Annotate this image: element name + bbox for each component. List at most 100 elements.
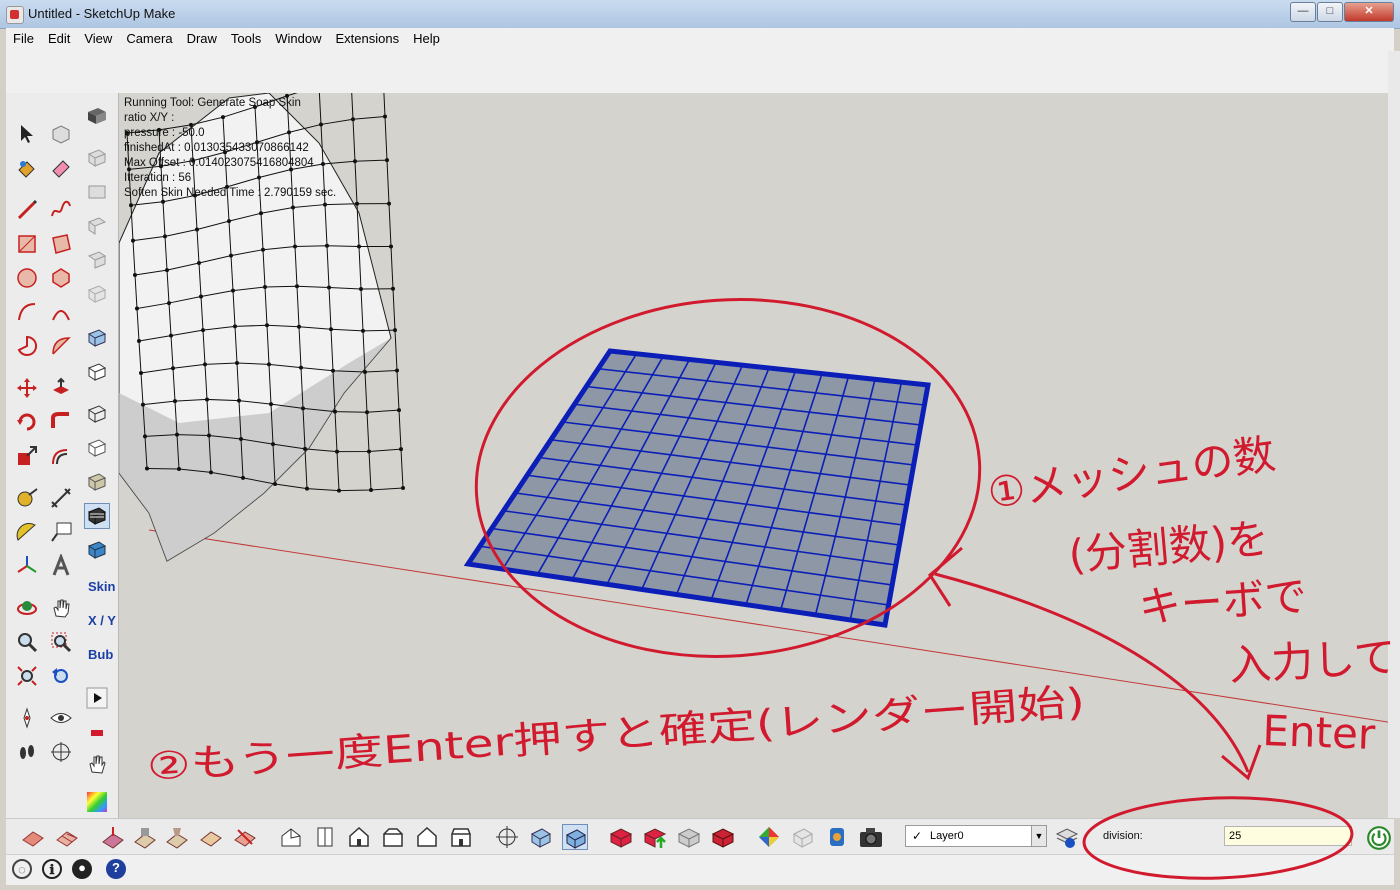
freehand-tool[interactable] — [48, 197, 74, 223]
menu-extensions[interactable]: Extensions — [329, 28, 407, 46]
back-view-icon[interactable] — [84, 281, 110, 307]
shaded-icon[interactable] — [84, 103, 110, 129]
layer-manager-icon[interactable] — [1054, 824, 1080, 850]
hidden-line-style-icon[interactable] — [84, 435, 110, 461]
arc-tool[interactable] — [14, 299, 40, 325]
menu-camera[interactable]: Camera — [119, 28, 179, 46]
right-view-icon[interactable] — [84, 247, 110, 273]
position-camera-tool[interactable] — [14, 705, 40, 731]
follow-me-tool[interactable] — [48, 409, 74, 435]
menu-window[interactable]: Window — [268, 28, 328, 46]
eraser-tool[interactable] — [48, 155, 74, 181]
protractor-tool[interactable] — [14, 519, 40, 545]
smoove-icon[interactable] — [100, 824, 126, 850]
extension-warehouse-icon[interactable] — [710, 824, 736, 850]
sandbox-from-scratch-icon[interactable] — [54, 824, 80, 850]
push-pull-tool[interactable] — [48, 375, 74, 401]
display-section-cuts-icon[interactable] — [562, 824, 588, 850]
wireframe-style-icon[interactable] — [84, 401, 110, 427]
text-tool[interactable] — [48, 519, 74, 545]
iso-view-icon[interactable] — [84, 145, 110, 171]
camera-icon[interactable] — [858, 824, 884, 850]
menu-draw[interactable]: Draw — [180, 28, 224, 46]
close-button[interactable]: ✕ — [1344, 2, 1394, 22]
photo-textures-icon[interactable] — [824, 824, 850, 850]
monochrome-style-icon[interactable] — [84, 537, 110, 563]
play-icon[interactable] — [84, 685, 110, 711]
sandbox-from-contours-icon[interactable] — [20, 824, 46, 850]
axes-tool[interactable] — [14, 553, 40, 579]
shaded-style-icon[interactable] — [84, 469, 110, 495]
skin-button[interactable]: Skin — [88, 579, 122, 594]
maximize-button[interactable]: □ — [1317, 2, 1343, 22]
chevron-down-icon[interactable]: ▼ — [1031, 826, 1046, 846]
line-tool[interactable] — [14, 197, 40, 223]
geolocation-icon[interactable]: ◌ — [12, 859, 32, 879]
color-picker-icon[interactable] — [84, 789, 110, 815]
display-section-planes-icon[interactable] — [528, 824, 554, 850]
warehouse-get-models-icon[interactable] — [608, 824, 634, 850]
scale-tool[interactable] — [14, 443, 40, 469]
measurements-input[interactable] — [1224, 826, 1352, 846]
add-detail-icon[interactable] — [198, 824, 224, 850]
move-tool[interactable] — [14, 375, 40, 401]
back-edges-style-icon[interactable] — [84, 359, 110, 385]
pie-tool[interactable] — [14, 333, 40, 359]
top-view-icon[interactable] — [84, 179, 110, 205]
flip-edge-icon[interactable] — [232, 824, 258, 850]
model-viewport[interactable]: Running Tool: Generate Soap Skin ratio X… — [119, 93, 1394, 818]
menu-view[interactable]: View — [77, 28, 119, 46]
dimension-tool[interactable] — [48, 485, 74, 511]
rotate-tool[interactable] — [14, 409, 40, 435]
orbit-tool[interactable] — [14, 595, 40, 621]
zoom-window-tool[interactable] — [48, 629, 74, 655]
menu-tools[interactable]: Tools — [224, 28, 268, 46]
front-house-icon[interactable] — [346, 824, 372, 850]
menu-file[interactable]: File — [6, 28, 41, 46]
back-house-icon[interactable] — [414, 824, 440, 850]
circle-tool[interactable] — [14, 265, 40, 291]
three-point-arc-tool[interactable] — [48, 333, 74, 359]
power-icon[interactable] — [1366, 825, 1391, 850]
warehouse-share-component-icon[interactable] — [676, 824, 702, 850]
add-location-icon[interactable] — [756, 824, 782, 850]
credits-icon[interactable]: ℹ — [42, 859, 62, 879]
zoom-tool[interactable] — [14, 629, 40, 655]
walk-tool[interactable] — [14, 739, 40, 765]
hand-icon[interactable] — [84, 751, 110, 777]
menu-edit[interactable]: Edit — [41, 28, 77, 46]
section-plane-tool[interactable] — [48, 739, 74, 765]
minimize-button[interactable]: — — [1290, 2, 1316, 22]
shaded-with-textures-icon[interactable] — [84, 503, 110, 529]
drape-icon[interactable] — [164, 824, 190, 850]
help-icon[interactable]: ? — [106, 859, 126, 879]
previous-view-tool[interactable] — [48, 663, 74, 689]
polygon-tool[interactable] — [48, 265, 74, 291]
iso-house-icon[interactable] — [278, 824, 304, 850]
stop-icon[interactable] — [84, 717, 110, 743]
bubble-button[interactable]: Bub — [88, 647, 122, 662]
look-around-tool[interactable] — [48, 705, 74, 731]
make-component-tool[interactable] — [48, 121, 74, 147]
3d-text-tool[interactable] — [48, 552, 74, 579]
toggle-terrain-icon[interactable] — [790, 824, 816, 850]
section-plane-icon[interactable] — [494, 824, 520, 850]
right-house-icon[interactable] — [380, 824, 406, 850]
user-icon[interactable]: ● — [72, 859, 92, 879]
front-view-icon[interactable] — [84, 213, 110, 239]
warehouse-share-model-icon[interactable] — [642, 824, 668, 850]
pan-tool[interactable] — [48, 595, 74, 621]
layer-dropdown[interactable]: ✓ Layer0 ▼ — [905, 825, 1047, 847]
xray-style-icon[interactable] — [84, 325, 110, 351]
select-tool[interactable] — [14, 121, 40, 147]
tape-measure-tool[interactable] — [14, 485, 40, 511]
offset-tool[interactable] — [48, 443, 74, 469]
menu-help[interactable]: Help — [406, 28, 447, 46]
paint-bucket-tool[interactable] — [14, 155, 40, 181]
rotated-rectangle-tool[interactable] — [48, 231, 74, 257]
two-point-arc-tool[interactable] — [48, 299, 74, 325]
zoom-extents-tool[interactable] — [14, 663, 40, 689]
stamp-icon[interactable] — [132, 824, 158, 850]
left-house-icon[interactable] — [448, 824, 474, 850]
top-house-icon[interactable] — [312, 824, 338, 850]
